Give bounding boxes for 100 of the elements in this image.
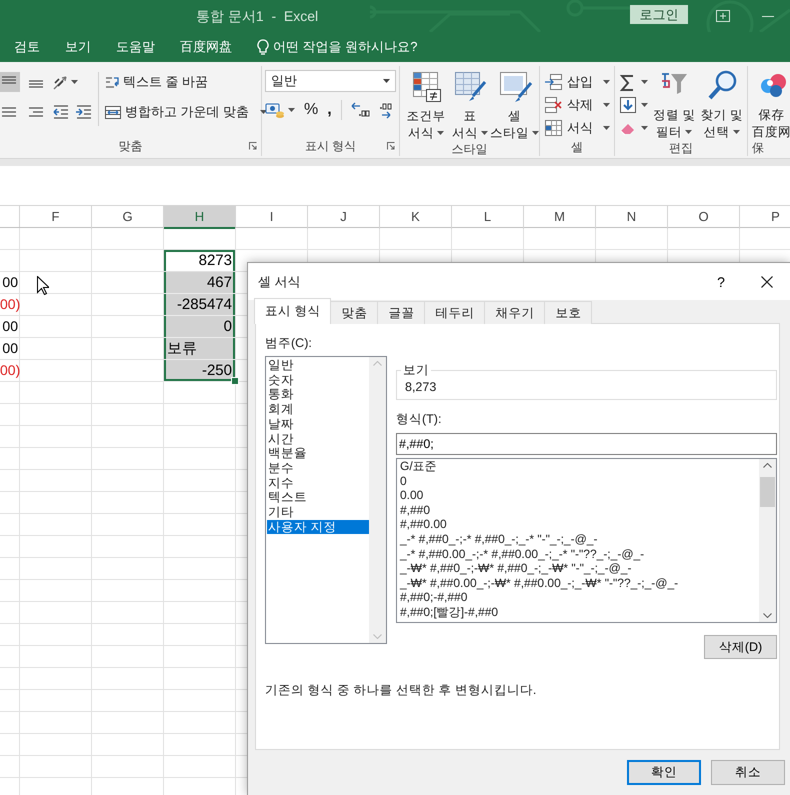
list-item[interactable]: #,##0.00 [398, 517, 759, 532]
wrap-text-button[interactable]: 텍스트 줄 바꿈 [104, 70, 268, 94]
indent-icon [75, 103, 93, 121]
merge-center-button[interactable]: 병합하고 가운데 맞춤 [104, 100, 268, 124]
tab[interactable]: 채우기 [484, 301, 546, 324]
list-item[interactable]: 0 [398, 474, 759, 488]
list-item[interactable]: #,##0 [398, 502, 759, 518]
column-header[interactable]: F [20, 206, 92, 229]
delete-button[interactable]: 삭제 [544, 93, 610, 116]
table-cell[interactable]: 보류 [164, 338, 236, 360]
menu-tab[interactable]: 도움말 [116, 38, 155, 56]
table-cell[interactable]: 0 [164, 316, 236, 338]
list-item[interactable]: #,##0;[빨강]-#,##0 [398, 604, 759, 620]
column-header[interactable]: O [668, 206, 740, 229]
column-header[interactable]: H [164, 206, 236, 229]
list-item[interactable]: 기타 [267, 505, 369, 520]
group-label: 셀 [571, 139, 583, 156]
dialog-launcher-icon[interactable] [249, 142, 257, 150]
column-header[interactable]: I [236, 206, 308, 229]
chevron-up-icon[interactable] [763, 463, 772, 468]
column-header[interactable]: N [596, 206, 668, 229]
table-cell[interactable]: 8273 [164, 250, 236, 272]
format-as-table-button[interactable]: 표 서식 [450, 70, 490, 141]
currency-button[interactable] [265, 101, 295, 119]
caret-icon [532, 131, 539, 135]
column-header[interactable]: L [452, 206, 524, 229]
align-button[interactable] [0, 72, 20, 92]
table-cell[interactable]: 467 [164, 272, 236, 294]
dialog-launcher-icon[interactable] [387, 142, 395, 150]
list-item[interactable]: 날짜 [267, 416, 369, 432]
tab[interactable]: 글꼴 [377, 301, 426, 324]
list-item[interactable]: _-₩* #,##0.00_-;-₩* #,##0.00_-;_-₩* "-"??_-;_-@_- [398, 576, 759, 590]
conditional-formatting-button[interactable]: 조건부 서식 [406, 70, 446, 141]
list-item[interactable]: 회계 [267, 402, 369, 417]
list-item[interactable]: 백분율 [267, 446, 369, 461]
menu-tab[interactable]: 百度网盘 [180, 38, 232, 56]
list-item[interactable]: 통화 [267, 387, 369, 402]
ok-button[interactable]: 확인 [627, 760, 701, 785]
scrollbar-thumb[interactable] [760, 477, 775, 507]
table-brush-icon [453, 70, 487, 103]
input-field[interactable]: #,##0; [396, 433, 777, 455]
tab[interactable]: 보호 [544, 301, 592, 324]
menu-tab[interactable]: 검토 [14, 38, 40, 56]
tab[interactable]: 맞춤 [330, 301, 378, 324]
list-item[interactable]: _-₩* #,##0_-;-₩* #,##0_-;_-₩* "-"_-;_-@_- [398, 561, 759, 576]
table-cell[interactable]: -285474 [164, 294, 236, 316]
caret-icon [383, 79, 390, 83]
window-title: 통합 문서1 - Excel [196, 8, 318, 26]
list-item[interactable]: G/표준 [398, 459, 759, 474]
column-header[interactable]: K [380, 206, 452, 229]
list-item[interactable]: _-* #,##0.00_-;-* #,##0.00_-;_-* "-"??_-;_-@_- [398, 546, 759, 562]
decimal-button[interactable] [350, 102, 370, 118]
minimize-icon[interactable] [762, 16, 774, 18]
list-item[interactable]: 텍스트 [267, 490, 369, 506]
sort-filter-button[interactable]: 정렬 및 필터 [653, 70, 696, 140]
comma-style-button[interactable]: , [327, 101, 332, 119]
list-item[interactable]: _-* #,##0_-;-* #,##0_-;_-* "-"_-;_-@_- [398, 532, 759, 547]
caret-icon [288, 108, 295, 112]
indent-button[interactable] [75, 103, 93, 121]
column-header[interactable]: J [308, 206, 380, 229]
insert-button[interactable]: 삽입 [544, 70, 610, 93]
list-item[interactable]: 일반 [267, 358, 369, 373]
cancel-button[interactable]: 취소 [711, 760, 785, 785]
number-format-dropdown[interactable]: 일반 [265, 70, 396, 92]
fill-handle[interactable] [231, 377, 239, 385]
list-item[interactable]: #,##0;-#,##0 [398, 590, 759, 605]
category-list[interactable]: 일반 숫자 통화 회계 날짜 시간 백분율 분수 지수 텍스트 기타 사용자 지정 [265, 356, 387, 644]
field-label: 형식(T): [396, 411, 442, 428]
tab[interactable]: 표시 형식 [254, 298, 332, 324]
tab[interactable]: 테두리 [424, 301, 486, 324]
restore-window-icon[interactable] [716, 10, 730, 22]
column-header[interactable]: M [524, 206, 596, 229]
tell-me-button[interactable]: 어떤 작업을 원하시나요? [257, 38, 418, 56]
chevron-down-icon[interactable] [763, 613, 772, 618]
column-header[interactable]: P [740, 206, 790, 229]
list-item[interactable]: 숫자 [267, 372, 369, 388]
table-cell: 00) [0, 360, 20, 382]
list-item[interactable]: 사용자 지정 [267, 520, 369, 534]
list-item[interactable]: 시간 [267, 432, 369, 446]
percent-style-button[interactable]: % [304, 101, 318, 119]
table-cell[interactable]: -250 [164, 360, 236, 382]
list-item[interactable]: 분수 [267, 460, 369, 476]
table-cell: 00) [0, 294, 20, 316]
list-item[interactable]: 지수 [267, 476, 369, 490]
format-button[interactable]: 서식 [544, 116, 610, 139]
close-icon [761, 276, 773, 288]
indent-icon [52, 103, 70, 121]
cell-brush-icon [498, 70, 532, 103]
find-select-button[interactable]: 찾기 및 선택 [700, 70, 743, 140]
table-cell: 00 [0, 338, 20, 360]
help-button[interactable]: ? [698, 263, 744, 300]
list-item[interactable]: 0.00 [398, 488, 759, 503]
indent-button[interactable] [52, 103, 70, 121]
scrollbar[interactable] [759, 459, 776, 622]
delete-button[interactable]: 삭제(D) [704, 635, 777, 659]
login-button[interactable]: 로그인 [630, 5, 688, 24]
format-list[interactable] [396, 458, 777, 623]
cloud-save-button[interactable]: 保存 百度网 [752, 70, 790, 140]
menu-tab[interactable]: 보기 [65, 38, 91, 56]
delete-rows-icon [544, 96, 563, 114]
